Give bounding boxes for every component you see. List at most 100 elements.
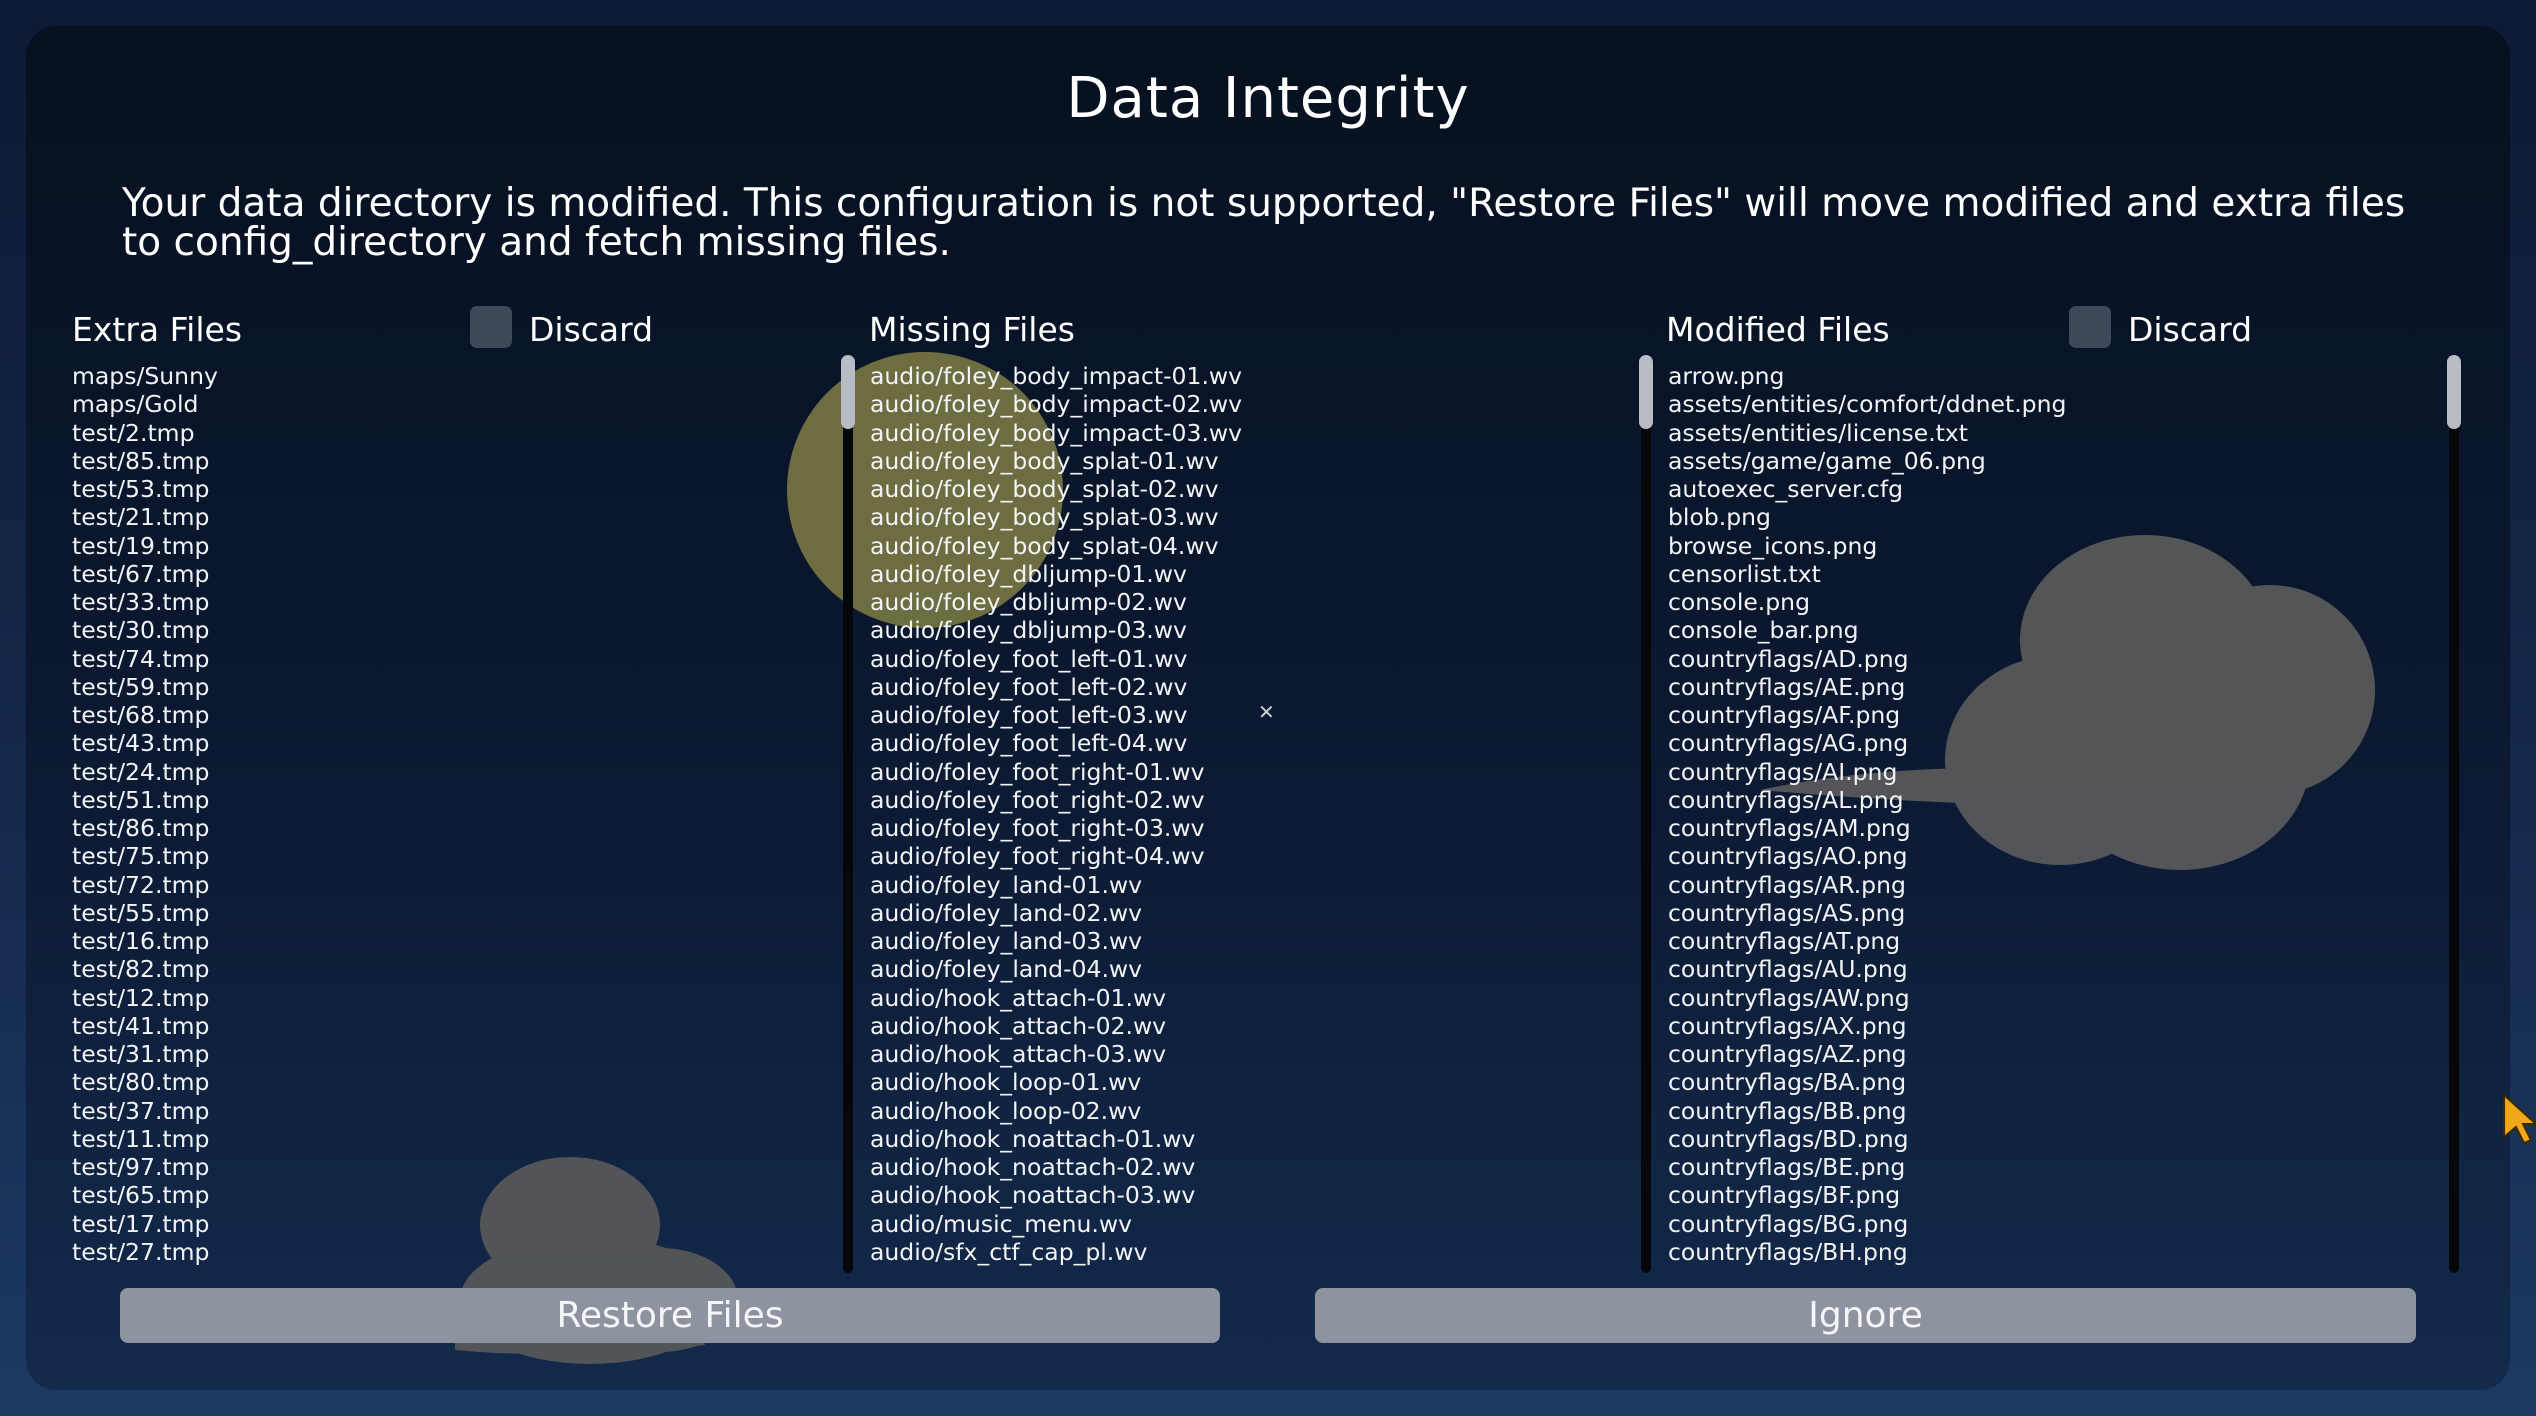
extra-file-item[interactable]: test/21.tmp (72, 503, 832, 531)
missing-file-item[interactable]: audio/foley_body_impact-01.wv (870, 362, 1630, 390)
missing-file-item[interactable]: audio/hook_noattach-01.wv (870, 1125, 1630, 1153)
ignore-button[interactable]: Ignore (1315, 1288, 2416, 1343)
extra-file-item[interactable]: test/51.tmp (72, 786, 832, 814)
missing-file-item[interactable]: audio/music_menu.wv (870, 1210, 1630, 1238)
missing-file-item[interactable]: audio/foley_foot_left-01.wv (870, 645, 1630, 673)
modified-file-item[interactable]: countryflags/BE.png (1668, 1153, 2438, 1181)
modified-file-item[interactable]: countryflags/AL.png (1668, 786, 2438, 814)
modified-right-scroll-thumb[interactable] (2447, 355, 2461, 429)
missing-file-item[interactable]: audio/foley_body_impact-02.wv (870, 390, 1630, 418)
missing-file-item[interactable]: audio/foley_land-02.wv (870, 899, 1630, 927)
extra-file-item[interactable]: test/68.tmp (72, 701, 832, 729)
missing-file-item[interactable]: audio/foley_foot_right-04.wv (870, 842, 1630, 870)
missing-file-item[interactable]: audio/hook_noattach-03.wv (870, 1181, 1630, 1209)
modified-file-item[interactable]: countryflags/AE.png (1668, 673, 2438, 701)
extra-file-item[interactable]: test/17.tmp (72, 1210, 832, 1238)
extra-file-item[interactable]: test/43.tmp (72, 729, 832, 757)
modified-file-item[interactable]: console.png (1668, 588, 2438, 616)
missing-file-item[interactable]: audio/foley_foot_right-02.wv (870, 786, 1630, 814)
extra-file-item[interactable]: maps/Sunny (72, 362, 832, 390)
extra-file-item[interactable]: test/65.tmp (72, 1181, 832, 1209)
extra-file-item[interactable]: test/41.tmp (72, 1012, 832, 1040)
missing-file-item[interactable]: audio/foley_dbljump-03.wv (870, 616, 1630, 644)
missing-file-item[interactable]: audio/hook_loop-02.wv (870, 1097, 1630, 1125)
missing-file-item[interactable]: audio/sfx_ctf_cap_pl.wv (870, 1238, 1630, 1266)
modified-file-item[interactable]: countryflags/BG.png (1668, 1210, 2438, 1238)
extra-file-item[interactable]: test/27.tmp (72, 1238, 832, 1266)
modified-file-item[interactable]: blob.png (1668, 503, 2438, 531)
missing-file-item[interactable]: audio/foley_foot_left-04.wv (870, 729, 1630, 757)
modified-file-item[interactable]: countryflags/AO.png (1668, 842, 2438, 870)
extra-file-item[interactable]: test/85.tmp (72, 447, 832, 475)
extra-file-item[interactable]: test/72.tmp (72, 871, 832, 899)
modified-file-item[interactable]: countryflags/AD.png (1668, 645, 2438, 673)
missing-file-item[interactable]: audio/foley_land-01.wv (870, 871, 1630, 899)
modified-file-item[interactable]: countryflags/BH.png (1668, 1238, 2438, 1266)
missing-files-scroll-thumb[interactable] (841, 355, 855, 429)
extra-file-item[interactable]: test/24.tmp (72, 758, 832, 786)
modified-left-scroll-thumb[interactable] (1639, 355, 1653, 429)
extra-file-item[interactable]: test/53.tmp (72, 475, 832, 503)
missing-file-item[interactable]: audio/foley_foot_left-03.wv (870, 701, 1630, 729)
extra-discard-checkbox[interactable] (470, 306, 512, 348)
missing-file-item[interactable]: audio/foley_body_splat-01.wv (870, 447, 1630, 475)
modified-file-item[interactable]: countryflags/AS.png (1668, 899, 2438, 927)
missing-file-item[interactable]: audio/hook_attach-01.wv (870, 984, 1630, 1012)
extra-file-item[interactable]: test/74.tmp (72, 645, 832, 673)
missing-file-item[interactable]: audio/foley_land-04.wv (870, 955, 1630, 983)
extra-file-item[interactable]: test/82.tmp (72, 955, 832, 983)
modified-file-item[interactable]: countryflags/AF.png (1668, 701, 2438, 729)
extra-file-item[interactable]: maps/Gold (72, 390, 832, 418)
modified-file-item[interactable]: countryflags/BF.png (1668, 1181, 2438, 1209)
modified-file-item[interactable]: countryflags/BD.png (1668, 1125, 2438, 1153)
missing-file-item[interactable]: audio/foley_body_splat-03.wv (870, 503, 1630, 531)
modified-file-item[interactable]: countryflags/AG.png (1668, 729, 2438, 757)
extra-file-item[interactable]: test/11.tmp (72, 1125, 832, 1153)
modified-file-item[interactable]: countryflags/AT.png (1668, 927, 2438, 955)
missing-file-item[interactable]: audio/hook_attach-03.wv (870, 1040, 1630, 1068)
modified-file-item[interactable]: countryflags/AX.png (1668, 1012, 2438, 1040)
missing-file-item[interactable]: audio/foley_foot_right-01.wv (870, 758, 1630, 786)
missing-file-item[interactable]: audio/hook_attach-02.wv (870, 1012, 1630, 1040)
restore-files-button[interactable]: Restore Files (120, 1288, 1220, 1343)
extra-file-item[interactable]: test/86.tmp (72, 814, 832, 842)
extra-file-item[interactable]: test/80.tmp (72, 1068, 832, 1096)
modified-right-scrollbar[interactable] (2447, 355, 2461, 1273)
modified-left-scrollbar[interactable] (1639, 355, 1653, 1273)
modified-file-item[interactable]: assets/game/game_06.png (1668, 447, 2438, 475)
missing-file-item[interactable]: audio/hook_noattach-02.wv (870, 1153, 1630, 1181)
modified-file-item[interactable]: assets/entities/license.txt (1668, 419, 2438, 447)
modified-file-item[interactable]: countryflags/AM.png (1668, 814, 2438, 842)
modified-file-item[interactable]: console_bar.png (1668, 616, 2438, 644)
extra-file-item[interactable]: test/12.tmp (72, 984, 832, 1012)
missing-file-item[interactable]: audio/foley_foot_left-02.wv (870, 673, 1630, 701)
extra-file-item[interactable]: test/55.tmp (72, 899, 832, 927)
missing-file-item[interactable]: audio/foley_foot_right-03.wv (870, 814, 1630, 842)
extra-file-item[interactable]: test/2.tmp (72, 419, 832, 447)
modified-file-item[interactable]: autoexec_server.cfg (1668, 475, 2438, 503)
missing-file-item[interactable]: audio/foley_dbljump-01.wv (870, 560, 1630, 588)
modified-file-item[interactable]: assets/entities/comfort/ddnet.png (1668, 390, 2438, 418)
modified-discard-checkbox[interactable] (2069, 306, 2111, 348)
modified-file-item[interactable]: browse_icons.png (1668, 532, 2438, 560)
extra-file-item[interactable]: test/97.tmp (72, 1153, 832, 1181)
missing-file-item[interactable]: audio/foley_dbljump-02.wv (870, 588, 1630, 616)
modified-file-item[interactable]: countryflags/AU.png (1668, 955, 2438, 983)
modified-file-item[interactable]: countryflags/AI.png (1668, 758, 2438, 786)
missing-file-item[interactable]: audio/hook_loop-01.wv (870, 1068, 1630, 1096)
extra-discard-label[interactable]: Discard (529, 310, 653, 349)
extra-file-item[interactable]: test/31.tmp (72, 1040, 832, 1068)
extra-file-item[interactable]: test/67.tmp (72, 560, 832, 588)
extra-file-item[interactable]: test/59.tmp (72, 673, 832, 701)
modified-file-item[interactable]: arrow.png (1668, 362, 2438, 390)
extra-file-item[interactable]: test/30.tmp (72, 616, 832, 644)
extra-file-item[interactable]: test/19.tmp (72, 532, 832, 560)
modified-file-item[interactable]: countryflags/AW.png (1668, 984, 2438, 1012)
extra-file-item[interactable]: test/37.tmp (72, 1097, 832, 1125)
missing-file-item[interactable]: audio/foley_body_splat-02.wv (870, 475, 1630, 503)
missing-file-item[interactable]: audio/foley_body_splat-04.wv (870, 532, 1630, 560)
modified-file-item[interactable]: countryflags/BA.png (1668, 1068, 2438, 1096)
missing-file-item[interactable]: audio/foley_body_impact-03.wv (870, 419, 1630, 447)
extra-file-item[interactable]: test/33.tmp (72, 588, 832, 616)
modified-file-item[interactable]: censorlist.txt (1668, 560, 2438, 588)
